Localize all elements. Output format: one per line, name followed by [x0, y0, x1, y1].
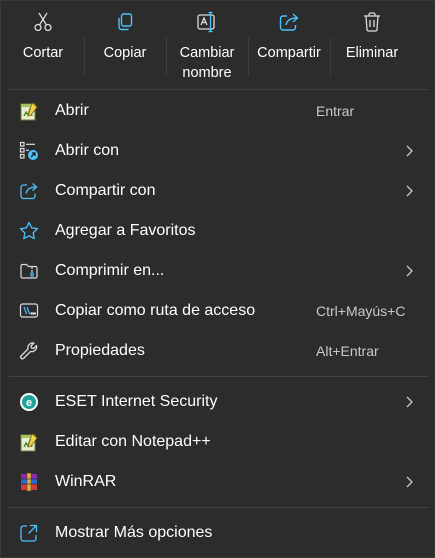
menu-item-label: Mostrar Más opciones: [55, 524, 213, 541]
share-icon: [278, 11, 300, 33]
menu-item-label: Abrir: [55, 102, 89, 119]
toolbar-separator: [84, 37, 85, 77]
open-with-icon: [19, 141, 39, 161]
menu-item-label: Compartir con: [55, 182, 156, 199]
menu-item-label: Agregar a Favoritos: [55, 222, 196, 239]
rename-label-line1: Cambiar: [179, 45, 235, 61]
chevron-right-icon: [402, 475, 416, 489]
share-label: Compartir: [257, 45, 321, 61]
copy-path-icon: [19, 301, 39, 321]
menu-divider: [9, 89, 429, 90]
toolbar-separator: [166, 37, 167, 77]
menu-item-winrar[interactable]: WinRAR: [7, 464, 427, 500]
cut-button[interactable]: Cortar: [5, 7, 81, 85]
menu-item-label: Abrir con: [55, 142, 120, 159]
svg-text:e: e: [26, 397, 32, 409]
rename-button[interactable]: Cambiar nombre: [169, 7, 245, 85]
scissors-icon: [32, 11, 54, 33]
toolbar-separator: [248, 37, 249, 77]
delete-button[interactable]: Eliminar: [332, 7, 412, 85]
menu-item-add-favorites[interactable]: Agregar a Favoritos: [7, 213, 427, 249]
context-menu: Cortar Copiar Cambiar nombre Compartir E…: [0, 0, 435, 558]
menu-item-open-with[interactable]: Abrir con: [7, 133, 427, 169]
menu-item-shortcut: Alt+Entrar: [316, 343, 379, 359]
menu-item-properties[interactable]: Propiedades Alt+Entrar: [7, 333, 427, 369]
menu-item-edit-notepadpp[interactable]: Editar con Notepad++: [7, 424, 427, 460]
menu-item-label: Editar con Notepad++: [55, 433, 211, 450]
menu-item-label: ESET Internet Security: [55, 393, 218, 410]
share-button[interactable]: Compartir: [250, 7, 328, 85]
rename-icon: [196, 11, 218, 33]
chevron-right-icon: [402, 184, 416, 198]
menu-item-show-more-options[interactable]: Mostrar Más opciones: [7, 515, 427, 551]
menu-item-label: WinRAR: [55, 473, 117, 490]
share-icon: [19, 181, 39, 201]
chevron-right-icon: [402, 264, 416, 278]
notepadpp-icon: [19, 432, 39, 452]
menu-divider: [9, 507, 429, 508]
menu-item-label: Propiedades: [55, 342, 145, 359]
menu-item-shortcut: Ctrl+Mayús+C: [316, 303, 406, 319]
star-icon: [19, 221, 39, 241]
rename-label: Cambiar nombre: [169, 43, 245, 83]
menu-item-eset[interactable]: e ESET Internet Security: [7, 384, 427, 420]
menu-divider: [9, 376, 429, 377]
rename-label-line2: nombre: [182, 65, 232, 81]
external-icon: [19, 523, 39, 543]
copy-button[interactable]: Copiar: [87, 7, 163, 85]
trash-icon: [361, 11, 383, 33]
menu-item-shortcut: Entrar: [316, 103, 355, 119]
menu-item-label: Copiar como ruta de acceso: [55, 302, 256, 319]
copy-icon: [114, 11, 136, 33]
menu-item-open[interactable]: Abrir Entrar: [7, 93, 427, 129]
chevron-right-icon: [402, 144, 416, 158]
cut-label: Cortar: [22, 45, 64, 61]
copy-label: Copiar: [103, 45, 147, 61]
wrench-icon: [19, 341, 39, 361]
context-toolbar: Cortar Copiar Cambiar nombre Compartir E…: [5, 7, 415, 85]
chevron-right-icon: [402, 395, 416, 409]
notepadpp-icon: [19, 101, 39, 121]
menu-item-share-with[interactable]: Compartir con: [7, 173, 427, 209]
menu-item-label: Comprimir en...: [55, 262, 165, 279]
eset-icon: e: [19, 392, 39, 412]
toolbar-separator: [330, 37, 331, 77]
winrar-icon: [19, 472, 39, 492]
menu-item-copy-path[interactable]: Copiar como ruta de acceso Ctrl+Mayús+C: [7, 293, 427, 329]
menu-item-compress[interactable]: Comprimir en...: [7, 253, 427, 289]
zip-folder-icon: [19, 261, 39, 281]
delete-label: Eliminar: [345, 45, 399, 61]
